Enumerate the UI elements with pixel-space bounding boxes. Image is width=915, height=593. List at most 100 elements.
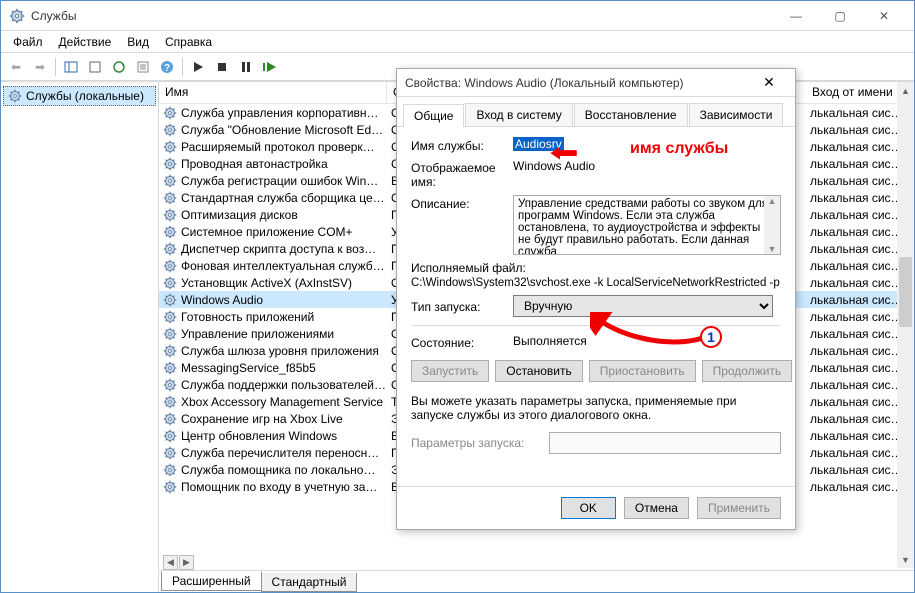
gear-icon bbox=[163, 361, 177, 375]
app-gear-icon bbox=[9, 8, 25, 24]
tree-pane: Службы (локальные) bbox=[1, 82, 159, 592]
lbl-state: Состояние: bbox=[411, 334, 505, 350]
btn-apply[interactable]: Применить bbox=[697, 497, 781, 519]
gear-icon bbox=[163, 412, 177, 426]
service-name-label: Служба "Обновление Microsoft Ed… bbox=[181, 123, 383, 137]
gear-icon bbox=[163, 191, 177, 205]
btn-ok[interactable]: OK bbox=[561, 497, 616, 519]
btn-pause[interactable]: Приостановить bbox=[589, 360, 696, 382]
service-name-label: Служба регистрации ошибок Win… bbox=[181, 174, 378, 188]
gear-icon bbox=[163, 480, 177, 494]
tb-forward-icon[interactable]: ➡ bbox=[29, 56, 51, 78]
val-state: Выполняется bbox=[513, 334, 781, 348]
service-name-label: Помощник по входу в учетную за… bbox=[181, 480, 377, 494]
gear-icon bbox=[163, 259, 177, 273]
service-name-label: Установщик ActiveX (AxInstSV) bbox=[181, 276, 352, 290]
tb-properties-icon[interactable] bbox=[132, 56, 154, 78]
annotation-arrow-left-icon: ⬅ bbox=[550, 140, 578, 166]
btn-resume[interactable]: Продолжить bbox=[702, 360, 793, 382]
service-name-label: Xbox Accessory Management Service bbox=[181, 395, 383, 409]
service-name-label: Диспетчер скрипта доступа к воз… bbox=[181, 242, 376, 256]
startup-type-select[interactable]: Вручную bbox=[513, 295, 773, 317]
dialog-footer: OK Отмена Применить bbox=[397, 486, 795, 529]
menubar: Файл Действие Вид Справка bbox=[1, 31, 914, 53]
maximize-button[interactable]: ▢ bbox=[818, 2, 862, 30]
service-name-label: Управление приложениями bbox=[181, 327, 334, 341]
tab-logon[interactable]: Вход в систему bbox=[465, 103, 572, 126]
gear-icon bbox=[163, 157, 177, 171]
gear-icon bbox=[8, 89, 22, 103]
service-name-label: Служба поддержки пользователей… bbox=[181, 378, 386, 392]
val-description: Управление средствами работы со звуком д… bbox=[513, 195, 781, 255]
gear-icon bbox=[163, 174, 177, 188]
tree-root-label: Службы (локальные) bbox=[26, 89, 144, 103]
btn-stop[interactable]: Остановить bbox=[495, 360, 583, 382]
vscrollbar[interactable]: ▲▼ bbox=[897, 82, 914, 568]
menu-action[interactable]: Действие bbox=[51, 33, 120, 51]
lbl-params: Параметры запуска: bbox=[411, 436, 541, 450]
bottom-tabs: Расширенный Стандартный bbox=[159, 570, 914, 592]
dialog-titlebar: Свойства: Windows Audio (Локальный компь… bbox=[397, 69, 795, 97]
tb-start-icon[interactable] bbox=[187, 56, 209, 78]
gear-icon bbox=[163, 225, 177, 239]
tb-refresh-icon[interactable] bbox=[108, 56, 130, 78]
service-name-label: Стандартная служба сборщика це… bbox=[181, 191, 385, 205]
tb-stop-icon[interactable] bbox=[211, 56, 233, 78]
tab-dependencies[interactable]: Зависимости bbox=[689, 103, 784, 126]
service-name-label: Системное приложение COM+ bbox=[181, 225, 353, 239]
minimize-button[interactable]: — bbox=[774, 2, 818, 30]
tab-general[interactable]: Общие bbox=[403, 104, 464, 127]
tb-restart-icon[interactable] bbox=[259, 56, 281, 78]
tb-help-icon[interactable]: ? bbox=[156, 56, 178, 78]
gear-icon bbox=[163, 310, 177, 324]
gear-icon bbox=[163, 106, 177, 120]
gear-icon bbox=[163, 208, 177, 222]
btn-cancel[interactable]: Отмена bbox=[624, 497, 689, 519]
service-name-label: Windows Audio bbox=[181, 293, 263, 307]
lbl-display-name: Отображаемое имя: bbox=[411, 159, 505, 189]
col-name[interactable]: Имя bbox=[159, 82, 387, 103]
gear-icon bbox=[163, 242, 177, 256]
lbl-service-name: Имя службы: bbox=[411, 137, 505, 153]
gear-icon bbox=[163, 276, 177, 290]
gear-icon bbox=[163, 463, 177, 477]
dialog-close-icon[interactable]: ✕ bbox=[751, 70, 787, 96]
desc-scrollbar[interactable]: ▲▼ bbox=[764, 196, 780, 254]
menu-file[interactable]: Файл bbox=[5, 33, 51, 51]
service-name-label: MessagingService_f85b5 bbox=[181, 361, 316, 375]
annotation-name-hint: имя службы bbox=[630, 140, 728, 158]
svg-text:?: ? bbox=[164, 63, 170, 74]
btn-start[interactable]: Запустить bbox=[411, 360, 489, 382]
tab-recovery[interactable]: Восстановление bbox=[574, 103, 688, 126]
hint-text: Вы можете указать параметры запуска, при… bbox=[411, 394, 781, 422]
service-name-label: Фоновая интеллектуальная служб… bbox=[181, 259, 385, 273]
tb-back-icon[interactable]: ⬅ bbox=[5, 56, 27, 78]
tb-export-icon[interactable] bbox=[84, 56, 106, 78]
titlebar: Службы — ▢ ✕ bbox=[1, 1, 914, 31]
gear-icon bbox=[163, 395, 177, 409]
tree-root-services[interactable]: Службы (локальные) bbox=[3, 86, 156, 106]
params-input[interactable] bbox=[549, 432, 781, 454]
service-name-label: Расширяемый протокол проверк… bbox=[181, 140, 375, 154]
tab-extended[interactable]: Расширенный bbox=[161, 571, 262, 591]
service-name-label: Служба шлюза уровня приложения bbox=[181, 344, 379, 358]
menu-view[interactable]: Вид bbox=[119, 33, 157, 51]
gear-icon bbox=[163, 140, 177, 154]
properties-dialog: Свойства: Windows Audio (Локальный компь… bbox=[396, 68, 796, 530]
menu-help[interactable]: Справка bbox=[157, 33, 220, 51]
service-name-label: Служба перечислителя переносн… bbox=[181, 446, 379, 460]
service-name-label: Проводная автонастройка bbox=[181, 157, 328, 171]
hscroll[interactable]: ◀▶ bbox=[159, 554, 914, 570]
service-name-label: Служба управления корпоративн… bbox=[181, 106, 379, 120]
annotation-badge-1: 1 bbox=[700, 326, 722, 348]
tb-pause-icon[interactable] bbox=[235, 56, 257, 78]
service-name-label: Готовность приложений bbox=[181, 310, 314, 324]
tab-standard[interactable]: Стандартный bbox=[261, 573, 358, 592]
lbl-exe: Исполняемый файл: bbox=[411, 261, 526, 275]
gear-icon bbox=[163, 446, 177, 460]
gear-icon bbox=[163, 429, 177, 443]
window-title: Службы bbox=[31, 9, 774, 23]
tb-showhide-icon[interactable] bbox=[60, 56, 82, 78]
service-name-label: Центр обновления Windows bbox=[181, 429, 337, 443]
close-button[interactable]: ✕ bbox=[862, 2, 906, 30]
